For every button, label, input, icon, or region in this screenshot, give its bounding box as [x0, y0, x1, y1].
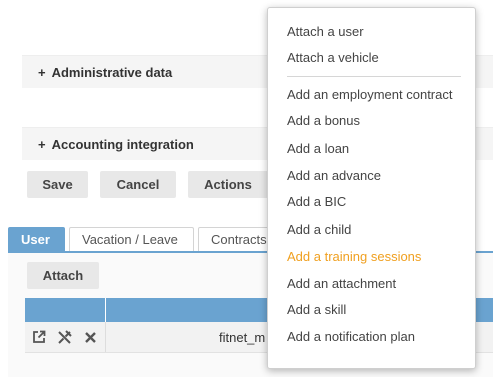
section-accounting-label: Accounting integration — [51, 136, 194, 152]
expand-plus-icon: + — [38, 64, 46, 80]
cancel-button[interactable]: Cancel — [100, 171, 176, 198]
menu-item-add-loan[interactable]: Add a loan — [287, 140, 349, 158]
menu-item-add-attachment[interactable]: Add an attachment — [287, 275, 396, 293]
menu-item-add-advance[interactable]: Add an advance — [287, 167, 381, 185]
section-administrative-label: Administrative data — [51, 64, 173, 80]
external-link-icon[interactable] — [31, 329, 47, 345]
tab-vacation-leave[interactable]: Vacation / Leave — [69, 227, 194, 251]
actions-dropdown-menu: Attach a user Attach a vehicle Add an em… — [267, 7, 476, 369]
menu-item-add-child[interactable]: Add a child — [287, 221, 351, 239]
menu-item-add-bic[interactable]: Add a BIC — [287, 193, 346, 211]
menu-item-add-bonus[interactable]: Add a bonus — [287, 112, 360, 130]
save-button[interactable]: Save — [27, 171, 88, 198]
menu-separator — [287, 76, 461, 77]
expand-plus-icon: + — [38, 136, 46, 152]
column-divider — [105, 298, 106, 322]
table-cell-username: fitnet_m — [219, 330, 266, 345]
menu-item-add-skill[interactable]: Add a skill — [287, 301, 346, 319]
column-divider — [105, 322, 106, 352]
menu-item-attach-user[interactable]: Attach a user — [287, 23, 364, 41]
menu-item-add-training-sessions[interactable]: Add a training sessions — [287, 248, 421, 266]
menu-item-add-notification-plan[interactable]: Add a notification plan — [287, 328, 415, 346]
menu-item-attach-vehicle[interactable]: Attach a vehicle — [287, 49, 379, 67]
menu-item-add-employment-contract[interactable]: Add an employment contract — [287, 86, 452, 104]
unlink-icon[interactable] — [56, 329, 72, 345]
actions-button[interactable]: Actions — [188, 171, 268, 198]
attach-button[interactable]: Attach — [27, 262, 99, 289]
close-icon[interactable] — [82, 329, 98, 345]
tab-user[interactable]: User — [8, 227, 65, 251]
